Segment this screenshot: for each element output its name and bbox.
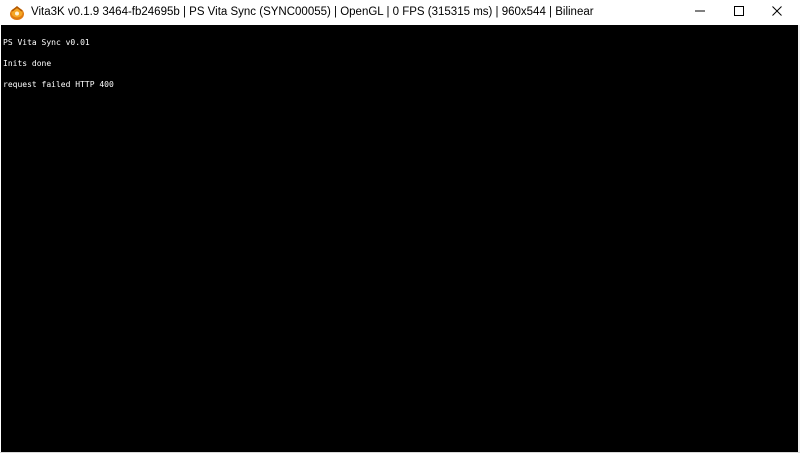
emulator-window: Vita3K v0.1.9 3464-fb24695b | PS Vita Sy… <box>0 0 800 453</box>
window-title: Vita3K v0.1.9 3464-fb24695b | PS Vita Sy… <box>31 6 594 18</box>
title-bar[interactable]: Vita3K v0.1.9 3464-fb24695b | PS Vita Sy… <box>0 0 800 25</box>
maximize-icon <box>733 4 745 22</box>
close-icon <box>771 4 783 22</box>
emulator-display[interactable]: PS Vita Sync v0.01 Inits done request fa… <box>1 25 798 452</box>
console-output: PS Vita Sync v0.01 Inits done request fa… <box>3 25 114 102</box>
console-line: request failed HTTP 400 <box>3 80 114 89</box>
console-line: Inits done <box>3 59 52 68</box>
minimize-icon <box>694 4 706 22</box>
vita3k-app-icon[interactable] <box>9 5 25 21</box>
close-button[interactable] <box>754 0 800 25</box>
console-line: PS Vita Sync v0.01 <box>3 38 90 47</box>
